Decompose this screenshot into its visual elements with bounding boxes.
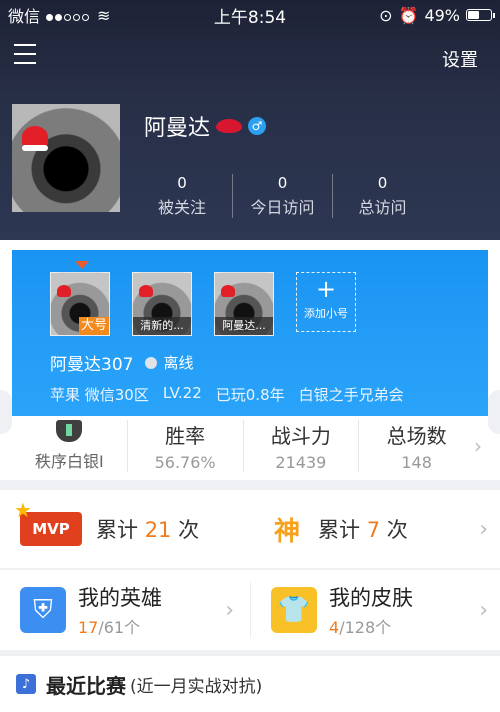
profile-name: 阿曼达	[144, 116, 211, 141]
skins-owned: 4	[329, 618, 340, 637]
account-alt-2[interactable]: 阿曼达...	[214, 272, 274, 336]
rank-tier-label: 秩序白银Ⅰ	[35, 452, 104, 471]
male-gender-icon: ♂	[248, 117, 267, 135]
total-games-value: 148	[401, 453, 432, 472]
profile-summary: 阿曼达 ♂ 0 被关注 0 今日访问 0 总访问	[12, 104, 488, 218]
my-heroes[interactable]: ⛨ 我的英雄 17/61个 ›	[0, 582, 250, 638]
recent-title: 最近比赛	[46, 673, 126, 698]
stat-value: 0	[277, 174, 288, 192]
santa-hat-icon	[57, 285, 71, 297]
role-info: 苹果 微信30区 LV.22 已玩0.8年 白银之手兄弟会	[50, 384, 404, 405]
mvp-prefix: 累计	[96, 518, 138, 542]
shen-badge-icon: 神	[273, 516, 300, 547]
total-games-title: 总场数	[386, 424, 447, 448]
stat-label: 总访问	[358, 198, 407, 217]
account-main[interactable]: 大号	[50, 261, 110, 336]
add-account-button[interactable]: + 添加小号	[296, 272, 356, 332]
game-card-area: 大号 清新的... 阿曼达... + 添加小号 阿曼达307 离线 苹果 微信3…	[0, 240, 500, 480]
chevron-right-icon: ›	[479, 597, 488, 623]
status-bar: 微信 ≋ 上午8:54 ⊙ ⏰ 49%	[0, 0, 500, 30]
stat-value: 0	[377, 174, 388, 192]
stat-total-visits[interactable]: 0 总访问	[332, 174, 432, 218]
my-skins[interactable]: 👕 我的皮肤 4/128个 ›	[250, 582, 500, 638]
rank-badge-icon	[56, 420, 83, 442]
wifi-icon: ≋	[97, 5, 111, 25]
shen-prefix: 累计	[318, 518, 360, 542]
status-dot-icon	[145, 356, 158, 369]
account-list: 大号 清新的... 阿曼达... + 添加小号	[50, 261, 356, 336]
plus-icon: +	[315, 275, 337, 303]
mvp-count: MVP 累计 21 次	[0, 498, 250, 546]
account-tag: 清新的...	[133, 317, 191, 335]
status-label: 离线	[163, 354, 194, 372]
role-name: 阿曼达307	[50, 355, 134, 375]
santa-hat-icon	[22, 126, 48, 151]
mvp-count-value: 21	[144, 518, 172, 542]
chevron-right-icon: ›	[225, 597, 234, 623]
rank-tier: 秩序白银Ⅰ	[12, 420, 127, 472]
stat-followers[interactable]: 0 被关注	[132, 174, 232, 218]
profile-header: 微信 ≋ 上午8:54 ⊙ ⏰ 49% 设置 阿曼达 ♂ 0 被关注 0 今日访…	[0, 0, 500, 240]
signal-icon	[46, 6, 91, 25]
account-tag: 大号	[79, 317, 109, 335]
stat-label: 今日访问	[250, 198, 315, 217]
role-server: 苹果 微信30区	[50, 386, 149, 404]
combat-power-title: 战斗力	[270, 424, 331, 448]
collection-row: ⛨ 我的英雄 17/61个 › 👕 我的皮肤 4/128个 ›	[0, 570, 500, 650]
game-role-card[interactable]: 大号 清新的... 阿曼达... + 添加小号 阿曼达307 离线 苹果 微信3…	[0, 250, 500, 434]
avatar[interactable]	[12, 104, 120, 212]
recent-subtitle: (近一月实战对抗)	[130, 676, 263, 697]
selected-marker-icon	[75, 261, 89, 269]
skins-total: /128个	[339, 618, 392, 637]
rank-stats[interactable]: 秩序白银Ⅰ 胜率 56.76% 战斗力 21439 总场数 148 ›	[12, 416, 488, 476]
win-rate-title: 胜率	[165, 424, 206, 448]
stat-label: 被关注	[157, 198, 206, 217]
skins-title: 我的皮肤	[329, 586, 413, 610]
nav-bar: 设置	[0, 30, 500, 86]
menu-icon[interactable]	[14, 44, 36, 64]
helmet-icon: ⛨	[20, 587, 66, 633]
add-account-label: 添加小号	[304, 307, 348, 320]
santa-hat-icon	[221, 285, 235, 297]
shen-suffix: 次	[386, 518, 408, 542]
role-play-time: 已玩0.8年	[215, 386, 285, 404]
god-like-count: 神 累计 7 次	[250, 512, 500, 547]
match-list-icon: ♪	[16, 674, 36, 694]
back-to-app-label[interactable]: 微信	[8, 3, 40, 27]
mvp-badge-icon: MVP	[14, 498, 82, 546]
combat-power: 战斗力 21439	[242, 420, 359, 472]
online-status: 离线	[145, 352, 193, 373]
role-guild: 白银之手兄弟会	[298, 386, 404, 404]
shen-count-value: 7	[366, 518, 381, 542]
santa-hat-icon	[139, 285, 153, 297]
settings-button[interactable]: 设置	[442, 46, 478, 72]
chevron-right-icon: ›	[479, 516, 488, 542]
shirt-icon: 👕	[271, 587, 317, 633]
profile-stats: 0 被关注 0 今日访问 0 总访问	[132, 174, 432, 218]
role-level: LV.22	[162, 384, 202, 402]
heroes-owned: 17	[78, 618, 99, 637]
account-tag: 阿曼达...	[215, 317, 273, 335]
battery-icon	[466, 9, 495, 21]
lips-icon	[216, 119, 243, 133]
rotation-lock-icon: ⊙	[379, 5, 393, 25]
stat-value: 0	[177, 174, 187, 192]
mvp-suffix: 次	[178, 518, 200, 542]
combat-power-value: 21439	[275, 453, 327, 472]
alarm-icon: ⏰	[398, 5, 419, 25]
stat-today-visits[interactable]: 0 今日访问	[232, 174, 332, 218]
mvp-row[interactable]: MVP 累计 21 次 神 累计 7 次 ›	[0, 490, 500, 568]
total-games: 总场数 148	[358, 420, 474, 472]
win-rate-value: 56.76%	[154, 453, 216, 472]
account-alt-1[interactable]: 清新的...	[132, 272, 192, 336]
heroes-title: 我的英雄	[78, 586, 162, 610]
chevron-right-icon: ›	[474, 434, 482, 458]
recent-matches-header: ♪ 最近比赛 (近一月实战对抗)	[0, 656, 500, 712]
win-rate: 胜率 56.76%	[126, 420, 243, 472]
battery-percent: 49%	[424, 5, 460, 25]
heroes-total: /61个	[98, 618, 141, 637]
